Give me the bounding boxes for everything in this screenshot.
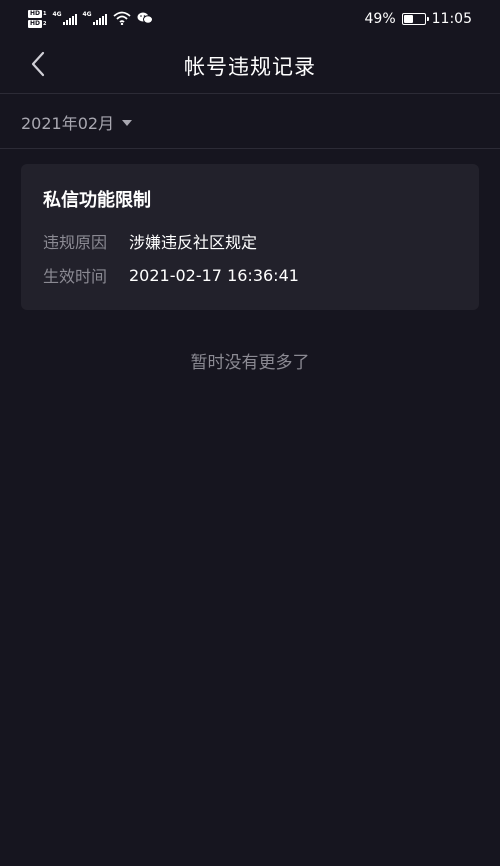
- sim-badges: HD 1 HD 2: [28, 10, 47, 28]
- record-key: 生效时间: [43, 267, 108, 286]
- network-type: 4G: [82, 11, 92, 18]
- nav-bar: 帐号违规记录: [0, 38, 500, 94]
- sim-number: 1: [43, 11, 47, 17]
- signal-icon: 4G: [52, 11, 77, 25]
- record-row-effective-time: 生效时间 2021-02-17 16:36:41: [43, 264, 457, 287]
- status-bar: HD 1 HD 2 4G 4G 49% 11:05: [0, 0, 500, 38]
- chevron-left-icon: [30, 51, 46, 81]
- wifi-icon: [112, 10, 131, 29]
- month-selector[interactable]: 2021年02月: [21, 110, 133, 134]
- hd-label: HD: [28, 10, 43, 18]
- sim-number: 2: [43, 21, 47, 27]
- battery-percent: 49%: [364, 11, 396, 27]
- clock: 11:05: [431, 11, 472, 27]
- back-button[interactable]: [20, 48, 56, 84]
- record-key: 违规原因: [43, 233, 108, 252]
- page-title: 帐号违规记录: [184, 54, 316, 79]
- record-value: 2021-02-17 16:36:41: [129, 265, 299, 285]
- hd-label: HD: [28, 20, 43, 28]
- signal-icon: 4G: [82, 11, 107, 25]
- caret-down-icon: [122, 119, 133, 126]
- status-left: HD 1 HD 2 4G 4G: [28, 10, 153, 29]
- month-filter-bar: 2021年02月: [0, 95, 500, 149]
- status-right: 49% 11:05: [365, 11, 472, 27]
- screen: HD 1 HD 2 4G 4G 49% 11:05 帐号违规记录 2021年02…: [0, 0, 500, 866]
- month-label: 2021年02月: [21, 113, 115, 133]
- record-title: 私信功能限制: [43, 190, 151, 211]
- hd-badge-1: HD 1: [28, 10, 47, 18]
- violation-record-card: 私信功能限制 违规原因 涉嫌违反社区规定 生效时间 2021-02-17 16:…: [21, 164, 479, 310]
- wechat-icon: [137, 10, 153, 29]
- no-more-text: 暂时没有更多了: [190, 353, 310, 373]
- hd-badge-2: HD 2: [28, 20, 47, 28]
- battery-fill: [403, 15, 414, 23]
- record-value: 涉嫌违反社区规定: [129, 233, 258, 252]
- record-row-reason: 违规原因 涉嫌违反社区规定: [43, 230, 457, 252]
- battery-icon: [401, 13, 429, 25]
- network-type: 4G: [52, 11, 62, 18]
